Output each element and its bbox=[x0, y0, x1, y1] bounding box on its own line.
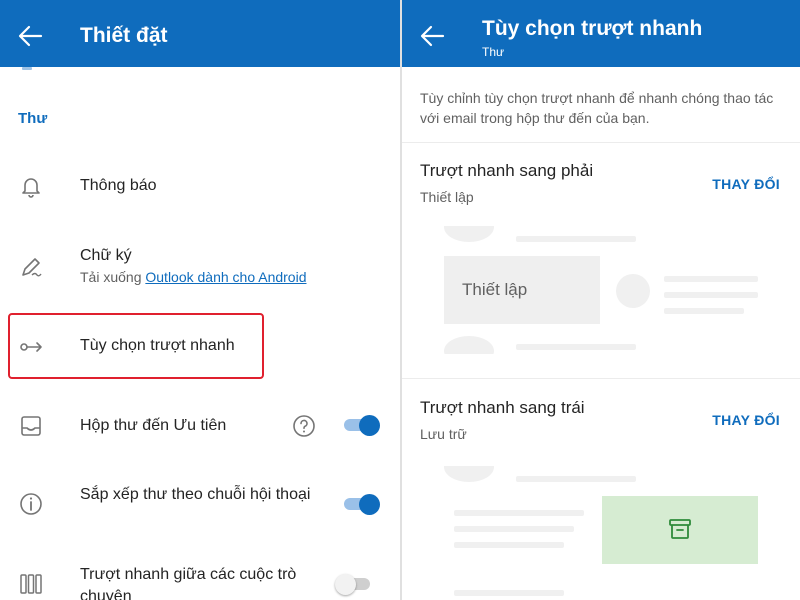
settings-item-focused-inbox[interactable]: Hộp thư đến Ưu tiên bbox=[0, 410, 400, 444]
settings-item-signature[interactable]: Chữ ký Tải xuống Outlook dành cho Androi… bbox=[0, 240, 400, 292]
scroll-remnant bbox=[22, 67, 32, 70]
page-subtitle: Thư bbox=[482, 45, 505, 59]
swipe-between-conversations-toggle[interactable] bbox=[335, 572, 372, 595]
settings-item-label: Trượt nhanh giữa các cuộc trò chuyện bbox=[80, 566, 297, 600]
outlook-android-link[interactable]: Outlook dành cho Android bbox=[145, 269, 306, 285]
preview-placeholder bbox=[516, 236, 636, 242]
preview-placeholder bbox=[444, 466, 494, 482]
highlight-box bbox=[8, 313, 264, 379]
preview-placeholder bbox=[454, 590, 564, 596]
help-icon[interactable] bbox=[292, 414, 316, 438]
conversation-threading-toggle[interactable] bbox=[344, 492, 380, 515]
swipe-description: Tùy chỉnh tùy chọn trượt nhanh để nhanh … bbox=[420, 90, 774, 126]
settings-screen: Thiết đặt Thư Thông báo Chữ ký Tải xuống… bbox=[0, 0, 400, 600]
preview-placeholder bbox=[516, 344, 636, 350]
settings-app-bar: Thiết đặt bbox=[0, 0, 400, 67]
swipe-options-screen: Tùy chọn trượt nhanh Thư Tùy chỉnh tùy c… bbox=[402, 0, 800, 600]
swipe-right-action-label: Thiết lập bbox=[462, 280, 528, 299]
swipe-left-change-button[interactable]: THAY ĐỔI bbox=[712, 412, 780, 428]
preview-placeholder bbox=[444, 336, 494, 354]
settings-item-label: Hộp thư đến Ưu tiên bbox=[80, 417, 227, 434]
preview-placeholder bbox=[454, 542, 564, 548]
signature-subtitle: Tải xuống Outlook dành cho Android bbox=[80, 269, 307, 285]
focused-inbox-toggle[interactable] bbox=[344, 413, 380, 436]
separator bbox=[402, 142, 800, 143]
preview-placeholder bbox=[444, 226, 494, 242]
settings-item-conversation-threading[interactable]: Sắp xếp thư theo chuỗi hội thoại bbox=[0, 484, 400, 532]
inbox-tray-icon bbox=[21, 416, 41, 436]
settings-item-label: Thông báo bbox=[80, 177, 157, 194]
archive-icon bbox=[669, 519, 691, 539]
page-title: Tùy chọn trượt nhanh bbox=[482, 17, 703, 40]
preview-placeholder bbox=[454, 526, 574, 532]
preview-avatar bbox=[616, 274, 650, 308]
separator bbox=[402, 378, 800, 379]
swipe-options-app-bar: Tùy chọn trượt nhanh Thư bbox=[402, 0, 800, 67]
toggle-knob bbox=[335, 574, 356, 595]
app-screens: Thiết đặt Thư Thông báo Chữ ký Tải xuống… bbox=[0, 0, 800, 600]
preview-placeholder bbox=[664, 308, 744, 314]
signature-sub-prefix: Tải xuống bbox=[80, 269, 146, 285]
settings-item-label: Chữ ký bbox=[80, 247, 132, 264]
toggle-knob bbox=[359, 494, 380, 515]
back-arrow-icon[interactable] bbox=[16, 22, 44, 50]
bell-icon bbox=[22, 178, 40, 198]
swipe-right-change-button[interactable]: THAY ĐỔI bbox=[712, 176, 780, 192]
settings-item-notifications[interactable]: Thông báo bbox=[0, 170, 400, 204]
swipe-right-preview: Thiết lập bbox=[444, 226, 758, 354]
back-arrow-icon[interactable] bbox=[418, 22, 446, 50]
swipe-left-preview bbox=[444, 466, 758, 600]
swipe-left-value: Lưu trữ bbox=[420, 426, 467, 442]
page-title: Thiết đặt bbox=[80, 24, 168, 47]
swipe-right-title: Trượt nhanh sang phải bbox=[420, 161, 594, 180]
preview-placeholder bbox=[516, 476, 636, 482]
preview-placeholder bbox=[664, 292, 758, 298]
swipe-right-action-area: Thiết lập bbox=[444, 256, 600, 324]
preview-placeholder bbox=[664, 276, 758, 282]
toggle-knob bbox=[359, 415, 380, 436]
settings-item-label: Sắp xếp thư theo chuỗi hội thoại bbox=[80, 486, 311, 503]
swipe-right-value: Thiết lập bbox=[420, 189, 474, 205]
swipe-left-title: Trượt nhanh sang trái bbox=[420, 398, 585, 417]
pen-icon bbox=[22, 258, 42, 277]
preview-placeholder bbox=[454, 510, 584, 516]
columns-icon bbox=[20, 574, 42, 594]
swipe-left-action-area bbox=[602, 496, 758, 564]
section-header-mail: Thư bbox=[18, 110, 48, 127]
info-icon bbox=[20, 493, 42, 515]
